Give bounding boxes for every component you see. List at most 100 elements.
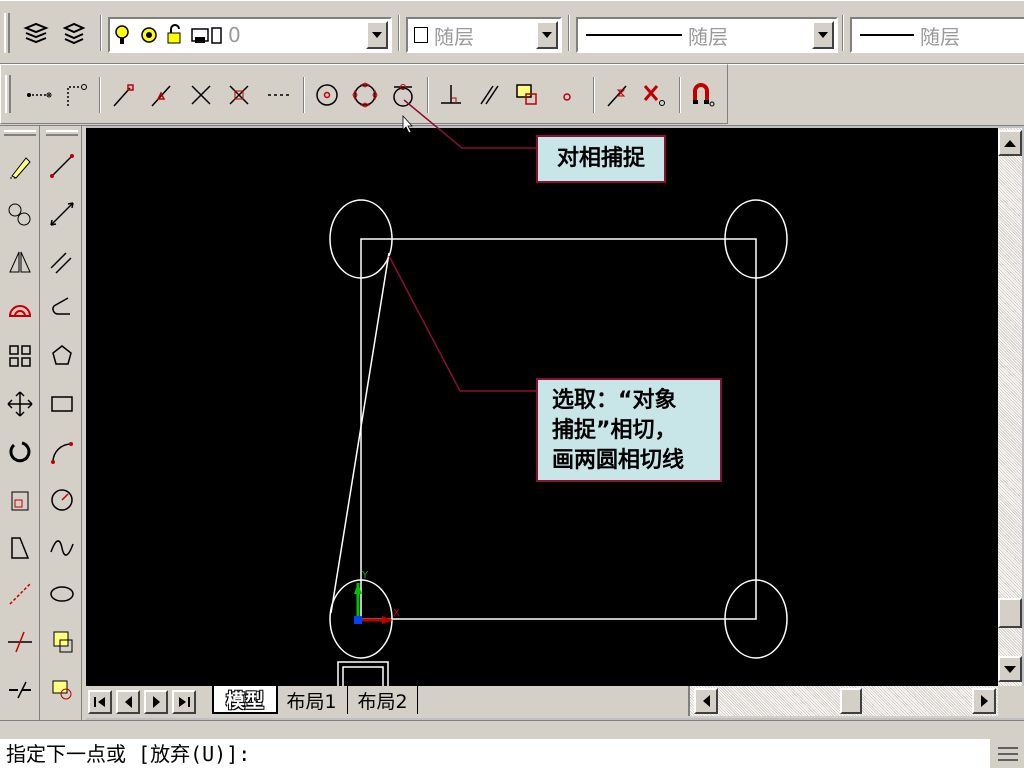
linetype-combo-dropdown-button[interactable] [812,21,834,49]
tab-layout1[interactable]: 布局1 [276,686,348,714]
color-combo[interactable]: 随层 [406,17,562,53]
ellipse-button[interactable] [46,578,78,610]
polygon-icon [52,345,72,365]
next-tab-button[interactable] [144,690,168,714]
node-icon [563,93,571,101]
rectangle-button[interactable] [46,388,78,420]
snap-center-button[interactable] [311,79,343,111]
construction-line-button[interactable] [46,198,78,230]
break-button[interactable] [4,674,36,706]
vertical-scroll-thumb[interactable] [998,598,1022,628]
snap-endpoint-button[interactable] [107,79,139,111]
snap-parallel-button[interactable] [473,79,505,111]
snap-apparent-intersection-button[interactable] [223,79,255,111]
polyline-button[interactable] [46,292,78,324]
arc-button[interactable] [46,436,78,468]
eraser-icon [10,157,31,179]
osnap-settings-button[interactable] [687,79,719,111]
move-button[interactable] [4,388,36,420]
snap-nearest-button[interactable] [601,79,633,111]
array-icon [9,345,31,367]
layer-combo-dropdown-button[interactable] [366,21,388,49]
scroll-right-button[interactable] [972,688,996,714]
offset-button[interactable] [4,292,36,324]
snap-perpendicular-button[interactable] [435,79,467,111]
snap-extension-button[interactable] [263,79,295,111]
lineweight-combo[interactable]: 随层 [850,17,1024,53]
polyline-icon [52,297,70,315]
toolbar-grip[interactable] [46,130,78,136]
stretch-button[interactable] [4,532,36,564]
horizontal-scrollbar[interactable] [688,686,998,716]
toolbar-grip[interactable] [4,13,10,53]
spline-button[interactable] [46,532,78,564]
tab-layout2[interactable]: 布局2 [348,686,418,714]
circle-icon [51,489,73,511]
quadrant-icon [352,82,378,108]
parallel-icon [480,85,499,105]
layer-manager-button[interactable] [20,17,52,49]
snap-tangent-button[interactable] [387,79,419,111]
ucs-y-label: Y [361,570,369,581]
tab-model[interactable]: 模型 [212,686,278,714]
snap-none-button[interactable] [639,79,671,111]
scale-button[interactable] [4,484,36,516]
ellipse-icon [50,586,74,602]
insert-block-button[interactable] [46,626,78,658]
layer-combo[interactable]: 0 [108,17,392,53]
toolbar-separator [398,15,400,51]
snap-midpoint-button[interactable] [145,79,177,111]
linetype-combo[interactable]: 随层 [576,17,838,53]
modify-toolbar [0,126,40,720]
snap-node-button[interactable] [551,79,583,111]
layer-previous-button[interactable] [58,17,90,49]
command-window-grip[interactable] [996,743,1020,765]
erase-button[interactable] [4,150,36,182]
scroll-up-button[interactable] [998,130,1022,156]
linetype-sample [586,34,682,36]
circle-button[interactable] [46,484,78,516]
vertical-scrollbar[interactable] [998,128,1022,686]
callout-tangent-note: 选取：“对象 捕捉”相切， 画两圆相切线 [536,378,722,482]
rotate-button[interactable] [4,436,36,468]
trim-button[interactable] [4,578,36,610]
line-button[interactable] [46,150,78,182]
extend-button[interactable] [4,626,36,658]
previous-tab-button[interactable] [116,690,140,714]
toolbar-grip[interactable] [4,130,36,136]
grip-lines-icon [998,747,1018,761]
last-tab-icon [179,697,190,707]
toolbar-grip[interactable] [5,75,11,113]
cad-window: 0 随层 随层 随层 Y X 对相捕捉 选取：“对象 捕捉”相切， 画两圆相切线… [0,0,1024,768]
snap-quadrant-button[interactable] [349,79,381,111]
first-tab-button[interactable] [88,690,112,714]
ucs-origin [354,616,362,624]
extension-icon [268,94,290,96]
horizontal-scroll-thumb[interactable] [840,688,862,714]
snap-intersection-button[interactable] [185,79,217,111]
last-tab-button[interactable] [172,690,196,714]
callout-line-2: 捕捉”相切， [552,418,677,443]
color-combo-dropdown-button[interactable] [536,21,558,49]
layer-state-icons [115,24,222,44]
polygon-button[interactable] [46,340,78,372]
lineweight-sample [860,34,914,36]
multiline-button[interactable] [46,246,78,278]
snap-from-button[interactable] [59,79,91,111]
spline-icon [50,540,74,556]
scroll-left-button[interactable] [694,688,718,714]
copy-button[interactable] [4,198,36,230]
command-line[interactable]: 指定下一点或 [放弃(U)]: [0,739,990,768]
make-block-button[interactable] [46,674,78,706]
first-tab-icon [94,697,105,707]
temporary-tracking-button[interactable] [23,79,55,111]
mirror-button[interactable] [4,246,36,278]
callout-line-1: 选取：“对象 [552,388,677,413]
tangent-line [330,252,390,614]
color-swatch [414,27,428,43]
scroll-down-button[interactable] [998,656,1022,682]
snap-insertion-button[interactable] [511,79,543,111]
trim-icon [9,583,31,605]
array-button[interactable] [4,340,36,372]
insert-block-icon [53,631,73,653]
